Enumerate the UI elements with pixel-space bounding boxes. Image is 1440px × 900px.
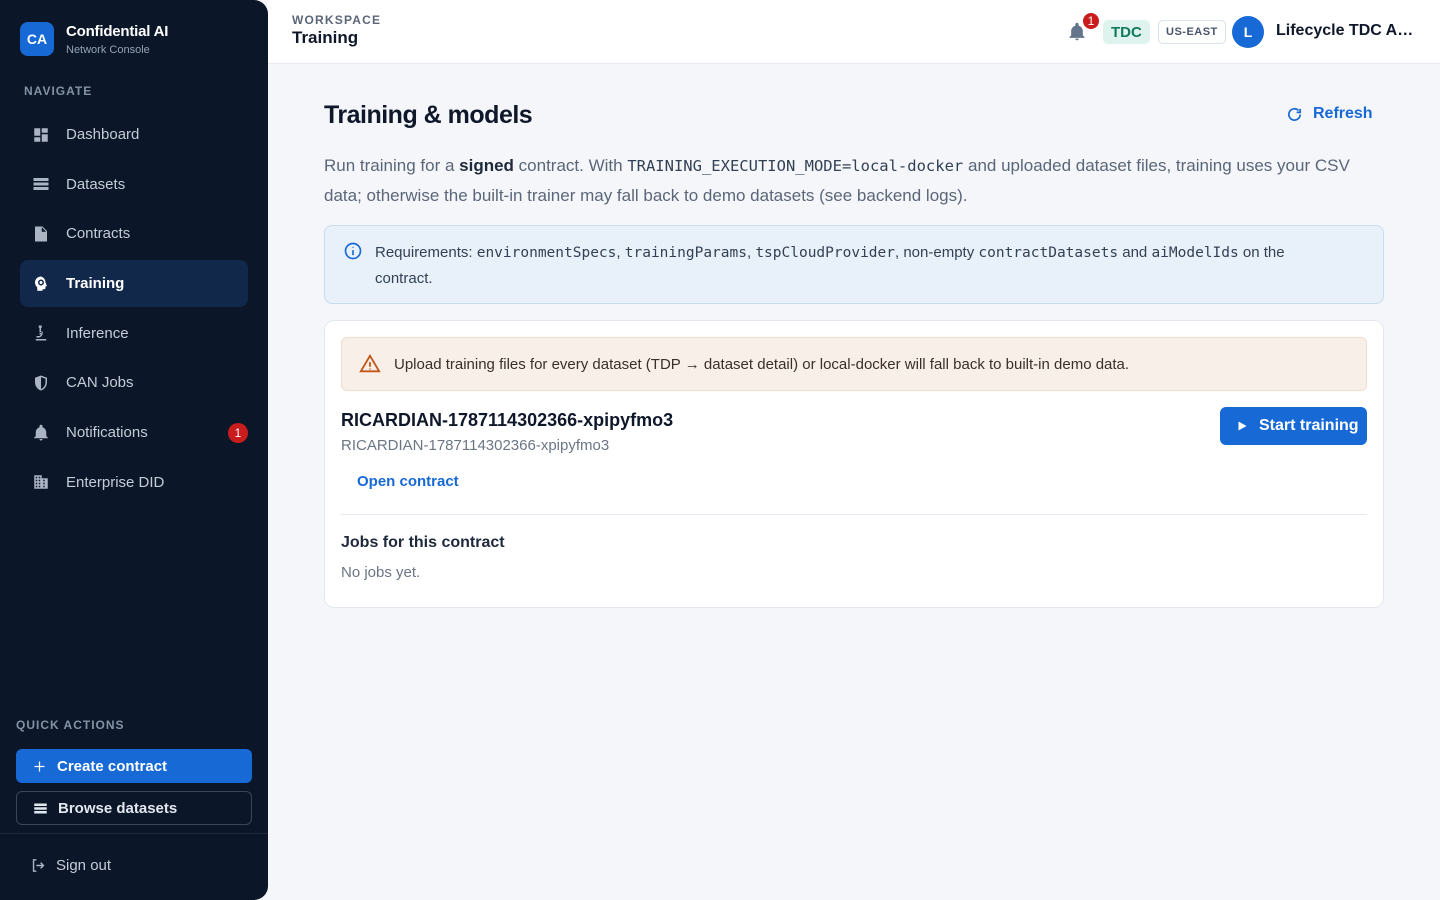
info-text: and <box>1118 244 1152 261</box>
sidebar-item-notifications[interactable]: Notifications 1 <box>20 409 248 456</box>
jobs-section-title: Jobs for this contract <box>341 534 505 551</box>
notification-count-badge: 1 <box>228 423 248 444</box>
sidebar-item-training[interactable]: Training <box>20 260 248 308</box>
topbar: WORKSPACE Training 1 TDC US-EAST L Lifec… <box>268 0 1440 64</box>
contract-subtitle: RICARDIAN-1787114302366-xpipyfmo3 <box>341 437 610 454</box>
card-divider <box>341 514 1367 515</box>
bell-icon <box>32 424 50 442</box>
brain-icon <box>32 275 50 293</box>
requirements-info-box: Requirements: environmentSpecs, training… <box>324 225 1384 304</box>
list-icon <box>32 175 50 193</box>
nav-header: NAVIGATE <box>24 84 93 98</box>
warning-icon <box>359 353 381 375</box>
create-contract-button[interactable]: Create contract <box>16 749 252 783</box>
requirements-text: Requirements: environmentSpecs, training… <box>375 240 1335 291</box>
upload-warning: Upload training files for every dataset … <box>341 337 1367 391</box>
region-chip: US-EAST <box>1158 20 1226 44</box>
bell-badge: 1 <box>1081 11 1101 31</box>
desc-bold: signed <box>459 156 514 175</box>
open-contract-link[interactable]: Open contract <box>357 473 459 490</box>
info-text: , non-empty <box>895 244 979 261</box>
sidebar-nav: Dashboard Datasets Contracts Training In… <box>20 111 248 509</box>
sidebar-item-label: Notifications <box>66 424 148 442</box>
browse-datasets-button[interactable]: Browse datasets <box>16 791 252 825</box>
info-icon <box>343 241 363 261</box>
sidebar-item-contracts[interactable]: Contracts <box>20 210 248 257</box>
building-icon <box>32 473 50 491</box>
breadcrumb-label: WORKSPACE <box>292 13 382 27</box>
info-code: contractDatasets <box>978 245 1119 261</box>
info-code: environmentSpecs <box>476 245 617 261</box>
sidebar-item-dashboard[interactable]: Dashboard <box>20 111 248 158</box>
user-name[interactable]: Lifecycle TDC Admin <box>1276 22 1416 40</box>
sidebar-item-label: CAN Jobs <box>66 374 134 392</box>
sidebar-item-label: Training <box>66 275 125 293</box>
sidebar-item-label: Inference <box>66 324 129 342</box>
sidebar-item-datasets[interactable]: Datasets <box>20 161 248 208</box>
list-icon <box>33 801 48 816</box>
refresh-button[interactable]: Refresh <box>1286 105 1373 123</box>
quick-actions-header: QUICK ACTIONS <box>16 718 125 732</box>
sidebar-item-label: Enterprise DID <box>66 473 165 491</box>
sign-out-label: Sign out <box>56 857 112 874</box>
contract-card: Upload training files for every dataset … <box>324 320 1384 608</box>
sidebar-divider <box>0 833 268 834</box>
brand-logo: CA <box>20 22 54 56</box>
sidebar-item-enterprise-did[interactable]: Enterprise DID <box>20 459 248 506</box>
sidebar-item-inference[interactable]: Inference <box>20 310 248 357</box>
document-icon <box>32 225 50 243</box>
page-description: Run training for a signed contract. With… <box>324 151 1384 211</box>
info-code: tspCloudProvider <box>755 245 895 261</box>
desc-text: Run training for a <box>324 156 460 175</box>
brand[interactable]: CA Confidential AI Network Console <box>20 22 168 56</box>
info-text: Requirements: <box>375 244 477 261</box>
refresh-icon <box>1287 107 1302 121</box>
brand-subtitle: Network Console <box>66 43 150 56</box>
play-icon <box>1238 421 1247 431</box>
plus-icon <box>32 759 47 774</box>
start-training-label: Start training <box>1259 417 1359 434</box>
browse-datasets-label: Browse datasets <box>58 799 178 817</box>
page-breadcrumb-title: Training <box>292 28 359 47</box>
org-chip: TDC <box>1103 20 1150 44</box>
brand-title: Confidential AI <box>66 22 169 40</box>
info-text: , <box>616 244 625 261</box>
desc-code: TRAINING_EXECUTION_MODE=local-docker <box>627 157 964 175</box>
sign-out-button[interactable]: Sign out <box>30 857 111 874</box>
sidebar-item-can-jobs[interactable]: CAN Jobs <box>20 359 248 406</box>
info-code: aiModelIds <box>1151 245 1239 261</box>
create-contract-label: Create contract <box>57 757 168 775</box>
sidebar-item-label: Dashboard <box>66 126 140 143</box>
contract-title: RICARDIAN-1787114302366-xpipyfmo3 <box>341 410 674 430</box>
start-training-button[interactable]: Start training <box>1220 407 1367 445</box>
sidebar-item-label: Datasets <box>66 175 126 193</box>
logout-icon <box>32 859 45 872</box>
refresh-label: Refresh <box>1313 105 1373 122</box>
desc-text: contract. With <box>513 156 628 175</box>
jobs-empty-state: No jobs yet. <box>341 564 421 581</box>
page-title: Training & models <box>324 101 533 129</box>
warning-text: Upload training files for every dataset … <box>394 355 1130 373</box>
sidebar: CA Confidential AI Network Console NAVIG… <box>0 0 268 900</box>
shield-icon <box>32 374 50 392</box>
info-code: trainingParams <box>624 245 747 261</box>
microscope-icon <box>32 324 50 342</box>
sidebar-item-label: Contracts <box>66 225 131 243</box>
dashboard-icon <box>32 126 50 144</box>
avatar[interactable]: L <box>1232 16 1264 48</box>
